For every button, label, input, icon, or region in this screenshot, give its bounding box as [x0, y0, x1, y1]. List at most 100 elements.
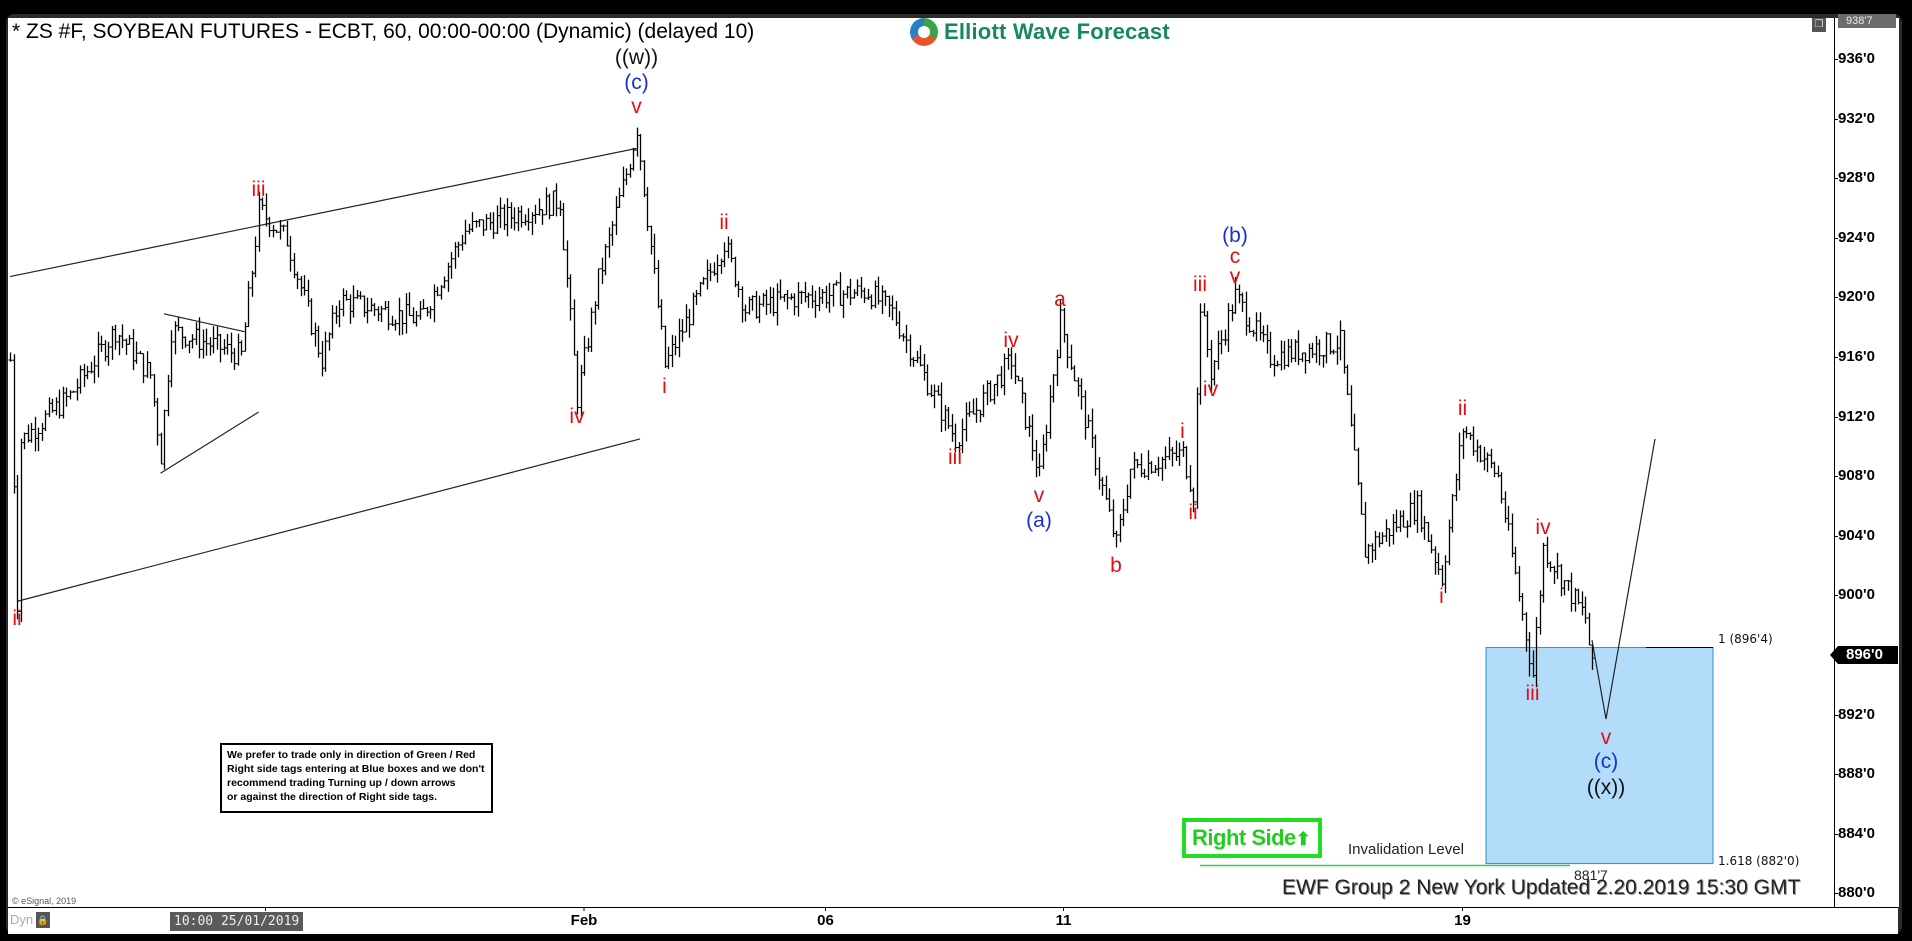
ohlc-bar [932, 384, 937, 409]
ohlc-bar [495, 205, 500, 235]
ohlc-bar [1349, 385, 1354, 427]
ohlc-bar [736, 281, 741, 298]
ohlc-bar [1293, 339, 1298, 363]
ohlc-bar [971, 398, 976, 415]
x-tick-label: 11 [1055, 912, 1072, 929]
ohlc-bar [544, 187, 549, 216]
ohlc-bar [1055, 349, 1060, 387]
ohlc-bar [1443, 555, 1448, 593]
ohlc-bar [400, 310, 405, 335]
ohlc-bar [477, 218, 482, 227]
dyn-label[interactable]: Dyn [10, 912, 33, 927]
ohlc-bar [1275, 360, 1280, 367]
ohlc-bar [911, 357, 916, 367]
ohlc-bar [974, 397, 979, 423]
ohlc-bar [222, 339, 227, 355]
ohlc-bar [488, 212, 493, 231]
ohlc-bar [1111, 499, 1116, 538]
ohlc-bar [187, 340, 192, 354]
ohlc-bar [1415, 490, 1420, 533]
wave-label: ii [1188, 501, 1198, 525]
ohlc-bar [537, 198, 542, 216]
ohlc-bar [1020, 377, 1025, 404]
ohlc-bar [614, 196, 619, 236]
ohlc-bar [1454, 473, 1459, 502]
ohlc-bar [204, 328, 209, 356]
ohlc-bar [351, 285, 356, 318]
ohlc-bar [754, 290, 759, 319]
ohlc-bar [1223, 329, 1228, 346]
ohlc-bar [775, 283, 780, 326]
lock-icon[interactable]: 🔒 [36, 912, 50, 928]
ohlc-bar [694, 289, 699, 306]
ohlc-bar [145, 351, 150, 378]
ohlc-bar [582, 335, 587, 376]
ohlc-bar [796, 282, 801, 317]
ohlc-bar [481, 219, 486, 237]
ohlc-bar [1051, 373, 1056, 403]
wave-label: iv [1202, 377, 1219, 401]
ohlc-bar [1426, 521, 1431, 543]
ohlc-bar [1569, 572, 1574, 612]
ohlc-bar [523, 214, 528, 226]
ohlc-bar [271, 224, 276, 238]
ohlc-bar [306, 279, 311, 307]
ohlc-bar [950, 414, 955, 442]
ohlc-bar [1436, 552, 1441, 575]
ohlc-bar [593, 301, 598, 325]
y-tick-label: 900'0 [1834, 586, 1875, 604]
ohlc-bar [1573, 587, 1578, 612]
ohlc-bar [1048, 384, 1053, 439]
ohlc-bar [726, 236, 731, 259]
ohlc-bar [1244, 291, 1249, 336]
ohlc-bar [40, 423, 45, 441]
ohlc-bar [176, 317, 181, 332]
ohlc-bar [894, 301, 899, 326]
ohlc-bar [1240, 292, 1245, 312]
ohlc-bar [1258, 312, 1263, 341]
ohlc-bar [1219, 330, 1224, 355]
y-tick-label: 916'0 [1834, 348, 1875, 365]
wave-label: i [1180, 419, 1185, 443]
ohlc-bar [985, 380, 990, 406]
ohlc-bar [1317, 339, 1322, 366]
ohlc-bar [509, 202, 514, 229]
ohlc-bar [838, 272, 843, 306]
restore-window-icon[interactable]: ❐ [1812, 18, 1826, 32]
ohlc-bar [397, 297, 402, 336]
ohlc-bar [897, 311, 902, 339]
ohlc-bar [1513, 546, 1518, 575]
ohlc-bar [327, 332, 332, 351]
ohlc-bar [642, 160, 647, 198]
wave-label: (c) [624, 70, 649, 94]
ohlc-bar [159, 432, 164, 465]
ohlc-bar [302, 275, 307, 296]
wave-label: (a) [1026, 508, 1052, 532]
ohlc-bar [1485, 452, 1490, 473]
ohlc-bar [33, 416, 38, 452]
ohlc-bar [442, 276, 447, 289]
right-side-tag: Right Side⬆ [1182, 818, 1322, 858]
ohlc-bar [890, 295, 895, 321]
ohlc-bar [169, 330, 174, 388]
ohlc-bar [687, 308, 692, 338]
ohlc-bar [967, 401, 972, 417]
ohlc-bar [253, 236, 258, 278]
ohlc-bar [1289, 339, 1294, 363]
y-tick-label: 936'0 [1834, 50, 1875, 67]
ohlc-bar [201, 329, 206, 359]
ohlc-bar [229, 332, 234, 363]
ohlc-bar [995, 374, 1000, 397]
ohlc-bar [715, 254, 720, 283]
ohlc-bar [621, 166, 626, 198]
ohlc-bar [57, 389, 62, 419]
ohlc-bar [323, 331, 328, 372]
ohlc-bar [1335, 335, 1340, 365]
ohlc-bar [432, 284, 437, 323]
ohlc-bar [768, 286, 773, 314]
ohlc-bar [1184, 446, 1189, 480]
ohlc-bar [705, 259, 710, 290]
wave-label: a [1054, 288, 1066, 312]
ohlc-bar [645, 186, 650, 231]
ohlc-bar [341, 288, 346, 317]
